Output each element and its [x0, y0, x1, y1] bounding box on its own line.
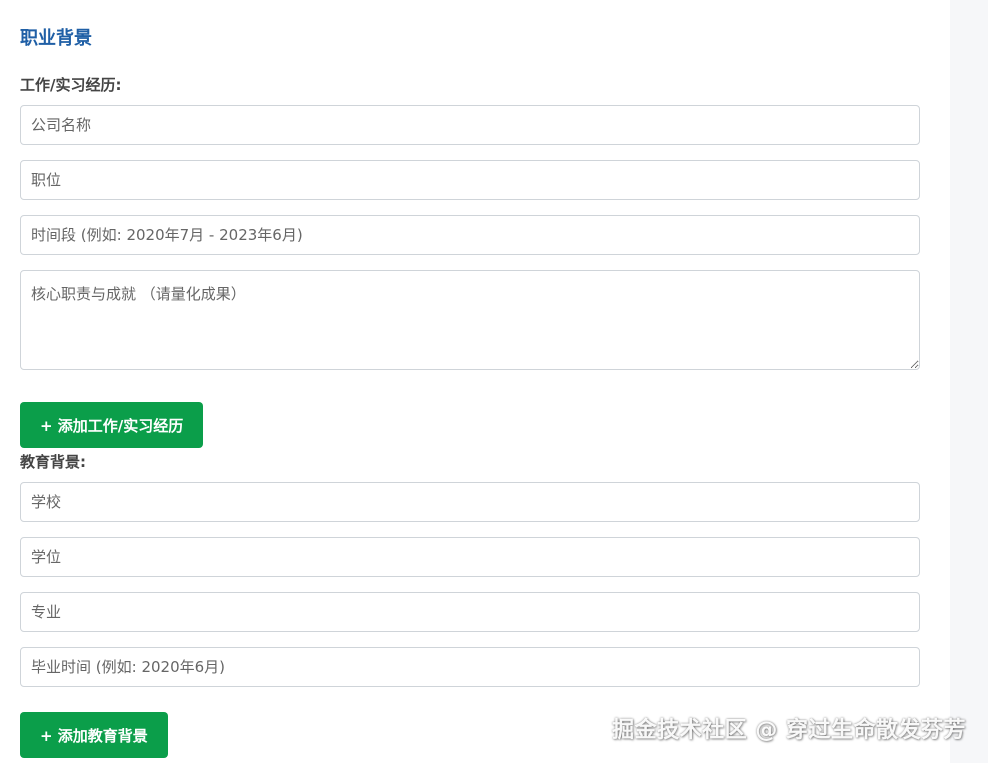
major-input[interactable] — [20, 592, 920, 632]
education-label: 教育背景: — [20, 453, 86, 471]
right-gutter — [950, 0, 988, 763]
duties-achievements-textarea[interactable] — [20, 270, 920, 370]
work-period-input[interactable] — [20, 215, 920, 255]
add-education-button[interactable]: + 添加教育背景 — [20, 712, 168, 758]
company-name-input[interactable] — [20, 105, 920, 145]
form-panel: 职业背景 工作/实习经历: + 添加工作/实习经历 教育背景: + 添加教育背景 — [0, 0, 950, 763]
watermark: 掘金技术社区 @ 穿过生命散发芬芳 — [612, 718, 966, 743]
section-title-career: 职业背景 — [20, 28, 92, 49]
graduation-date-input[interactable] — [20, 647, 920, 687]
page: 职业背景 工作/实习经历: + 添加工作/实习经历 教育背景: + 添加教育背景… — [0, 0, 988, 763]
degree-input[interactable] — [20, 537, 920, 577]
add-work-experience-button[interactable]: + 添加工作/实习经历 — [20, 402, 204, 448]
work-experience-label: 工作/实习经历: — [20, 76, 122, 94]
school-input[interactable] — [20, 482, 920, 522]
job-position-input[interactable] — [20, 160, 920, 200]
